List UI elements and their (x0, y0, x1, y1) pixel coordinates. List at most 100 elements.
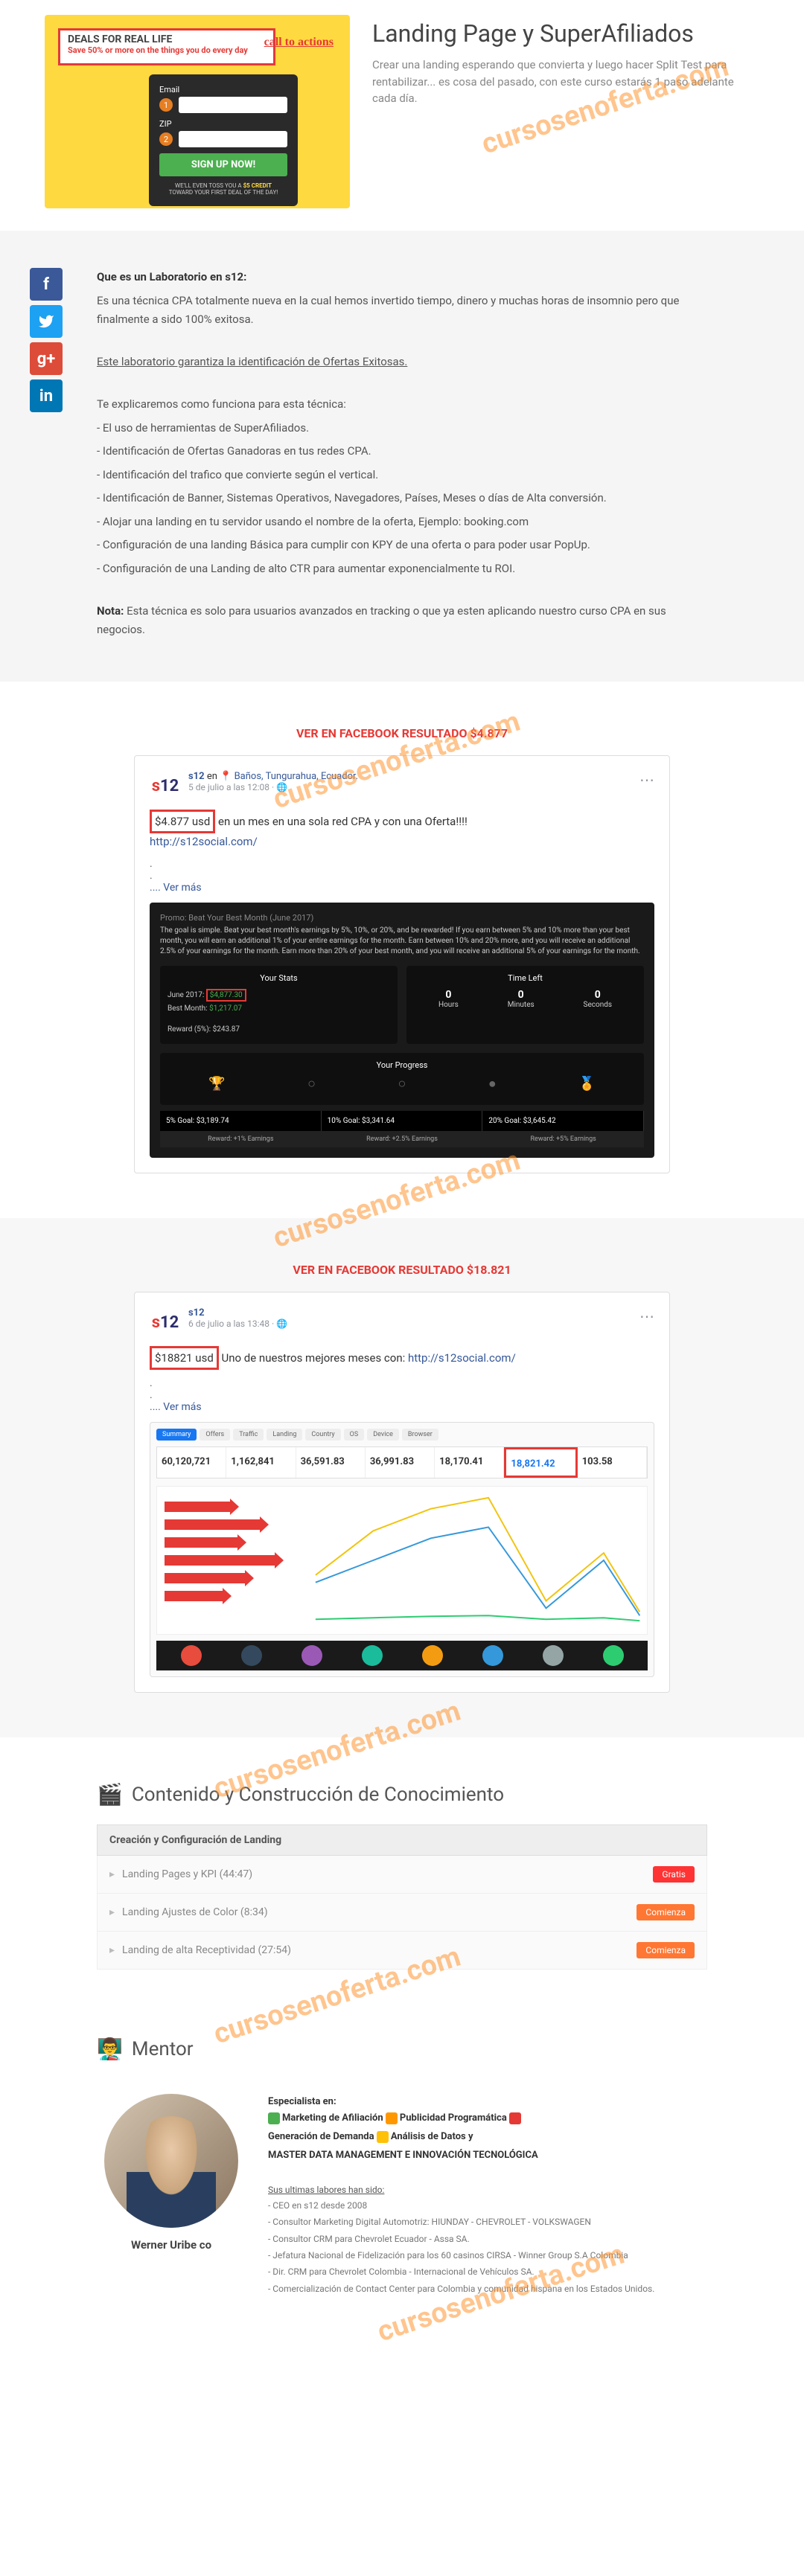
dock-icon (302, 1645, 322, 1666)
fb-post-2: s12 s12 6 de julio a las 13:48 · 🌐 ⋯ $18… (134, 1292, 670, 1694)
lab-bullet: - Identificación de Ofertas Ganadoras en… (97, 442, 707, 461)
mentor-item: - Jefatura Nacional de Fidelización para… (268, 2248, 707, 2263)
step-icon: ○ (307, 1076, 316, 1092)
fb-name[interactable]: s12 (188, 1307, 205, 1319)
credit-text: WE'LL EVEN TOSS YOU A $5 CREDITTOWARD YO… (159, 182, 287, 196)
ver-mas[interactable]: .... Ver más (150, 1401, 654, 1413)
clapper-icon: 🎬 (97, 1782, 123, 1807)
badge-icon (377, 2131, 389, 2143)
earnings-dashboard: Promo: Beat Your Best Month (June 2017) … (150, 903, 654, 1158)
lesson-row[interactable]: ▸Landing de alta Receptividad (27:54)Com… (97, 1932, 707, 1970)
rewards-row: Reward: +1% EarningsReward: +2.5% Earnin… (160, 1131, 644, 1147)
metric-cell: 18,821.42 (504, 1447, 577, 1478)
fb-meta: s12 6 de julio a las 13:48 · 🌐 (188, 1307, 287, 1329)
metric-cell: 36,991.83 (366, 1447, 435, 1478)
location-icon: 📍 (220, 771, 232, 782)
labores-title: Sus ultimas labores han sido: (268, 2182, 707, 2197)
accordion-header[interactable]: Creación y Configuración de Landing (97, 1824, 707, 1856)
tab-item: Browser (402, 1429, 438, 1441)
fb-body: $4.877 usd en un mes en una sola red CPA… (150, 810, 654, 850)
step-icon: ● (488, 1076, 497, 1092)
lesson-badge[interactable]: Comienza (636, 1904, 695, 1920)
s12-avatar: s12 (150, 1307, 181, 1339)
band-title: DEALS FOR REAL LIFE (60, 31, 273, 45)
fb-menu-icon[interactable]: ⋯ (639, 771, 654, 789)
dock-icon (482, 1645, 503, 1666)
deals-band: DEALS FOR REAL LIFE Save 50% or more on … (58, 28, 275, 65)
dock-icon (603, 1645, 624, 1666)
tab-item: Country (305, 1429, 340, 1441)
mentor-item: - Consultor Marketing Digital Automotriz… (268, 2214, 707, 2229)
lesson-title: Landing Ajustes de Color (8:34) (122, 1906, 268, 1918)
fb-location[interactable]: Baños, Tungurahua, Ecuador. (234, 771, 358, 782)
s12-link[interactable]: http://s12social.com/ (150, 835, 258, 848)
signup-button: SIGN UP NOW! (159, 153, 287, 176)
zip-label: ZIP (159, 119, 287, 129)
share-googleplus[interactable]: g+ (30, 342, 63, 375)
trophy-icon: 🏆 (208, 1076, 225, 1092)
s12-link[interactable]: http://s12social.com/ (408, 1351, 516, 1365)
tab-item: Landing (267, 1429, 302, 1441)
medal-icon: 🏅 (578, 1076, 595, 1092)
result1-section: VER EN FACEBOOK RESULTADO $4.877 s12 s12… (0, 682, 804, 1218)
badge-icon (509, 2112, 521, 2124)
share-twitter[interactable] (30, 305, 63, 338)
band-sub: Save 50% or more on the things you do ev… (60, 45, 273, 55)
landing-thumbnail: DEALS FOR REAL LIFE Save 50% or more on … (45, 15, 350, 208)
lesson-title: Landing de alta Receptividad (27:54) (122, 1944, 291, 1956)
goals-row: 5% Goal: $3,189.7410% Goal: $3,341.6420%… (160, 1111, 644, 1131)
fb-date: 6 de julio a las 13:48 · 🌐 (188, 1319, 287, 1329)
metric-cell: 18,170.41 (435, 1447, 504, 1478)
email-input (179, 97, 287, 113)
lesson-row[interactable]: ▸Landing Pages y KPI (44:47)Gratis (97, 1856, 707, 1894)
metric-cell: 103.58 (578, 1447, 647, 1478)
ver-mas[interactable]: .... Ver más (150, 882, 654, 894)
zip-input (179, 131, 287, 147)
lab-title: Que es un Laboratorio en s12: (97, 270, 246, 283)
lab-explain: Te explicaremos como funciona para esta … (97, 395, 707, 414)
signup-form: Email 1 ZIP 2 SIGN UP NOW! WE'LL EVEN TO… (149, 74, 298, 206)
s12-avatar: s12 (150, 771, 181, 802)
lesson-badge[interactable]: Comienza (636, 1942, 695, 1958)
tab-summary: Summary (156, 1429, 197, 1441)
stats-box: Your Stats June 2017: $4,877.30 Best Mon… (160, 966, 398, 1044)
lab-intro: Es una técnica CPA totalmente nueva en l… (97, 292, 707, 330)
fb-menu-icon[interactable]: ⋯ (639, 1307, 654, 1325)
page-title: Landing Page y SuperAfiliados (372, 19, 759, 48)
mentor-item: - Comercialización de Contact Center par… (268, 2281, 707, 2296)
metric-cell: 1,162,841 (226, 1447, 296, 1478)
email-label: Email (159, 85, 287, 94)
content-title: 🎬 Contenido y Construcción de Conocimien… (97, 1782, 707, 1807)
timeleft-box: Time Left 0Hours 0Minutes 0Seconds (406, 966, 644, 1044)
mentor-item: - Dir. CRM para Chevrolet Colombia - Int… (268, 2264, 707, 2279)
amount-highlight: $4.877 usd (150, 810, 215, 834)
fb-body: $18821 usd Uno de nuestros mejores meses… (150, 1346, 654, 1371)
os-dock (156, 1641, 648, 1670)
mentor-left: Werner Uribe co (97, 2094, 246, 2298)
lab-bullet: - Configuración de una landing Básica pa… (97, 536, 707, 555)
tab-item: Traffic (233, 1429, 264, 1441)
fb-name[interactable]: s12 (188, 771, 205, 782)
tab-item: Offers (200, 1429, 230, 1441)
lesson-badge[interactable]: Gratis (653, 1866, 695, 1883)
header-text: Landing Page y SuperAfiliados Crear una … (372, 15, 759, 208)
share-linkedin[interactable]: in (30, 379, 63, 412)
share-facebook[interactable]: f (30, 268, 63, 301)
lesson-row[interactable]: ▸Landing Ajustes de Color (8:34)Comienza (97, 1894, 707, 1932)
mentor-item: - Consultor CRM para Chevrolet Ecuador -… (268, 2231, 707, 2246)
result2-link[interactable]: VER EN FACEBOOK RESULTADO $18.821 (97, 1263, 707, 1277)
lab-bullet: - Identificación de Banner, Sistemas Ope… (97, 489, 707, 508)
result1-link[interactable]: VER EN FACEBOOK RESULTADO $4.877 (97, 726, 707, 740)
header-section: DEALS FOR REAL LIFE Save 50% or more on … (0, 0, 804, 231)
dash-tabs: Summary Offers Traffic Landing Country O… (156, 1429, 648, 1441)
badge-icon (386, 2112, 398, 2124)
dock-icon (241, 1645, 262, 1666)
dock-icon (362, 1645, 383, 1666)
fb-date: 5 de julio a las 12:08 · 🌐 (188, 782, 358, 792)
promo-desc: The goal is simple. Beat your best month… (160, 926, 644, 957)
play-icon: ▸ (109, 1868, 115, 1880)
lab-bullet: - Configuración de una Landing de alto C… (97, 560, 707, 579)
step-2: 2 (159, 132, 173, 146)
lab-content: Que es un Laboratorio en s12: Es una téc… (97, 268, 707, 640)
lab-bullet: - Identificación del trafico que convier… (97, 466, 707, 485)
